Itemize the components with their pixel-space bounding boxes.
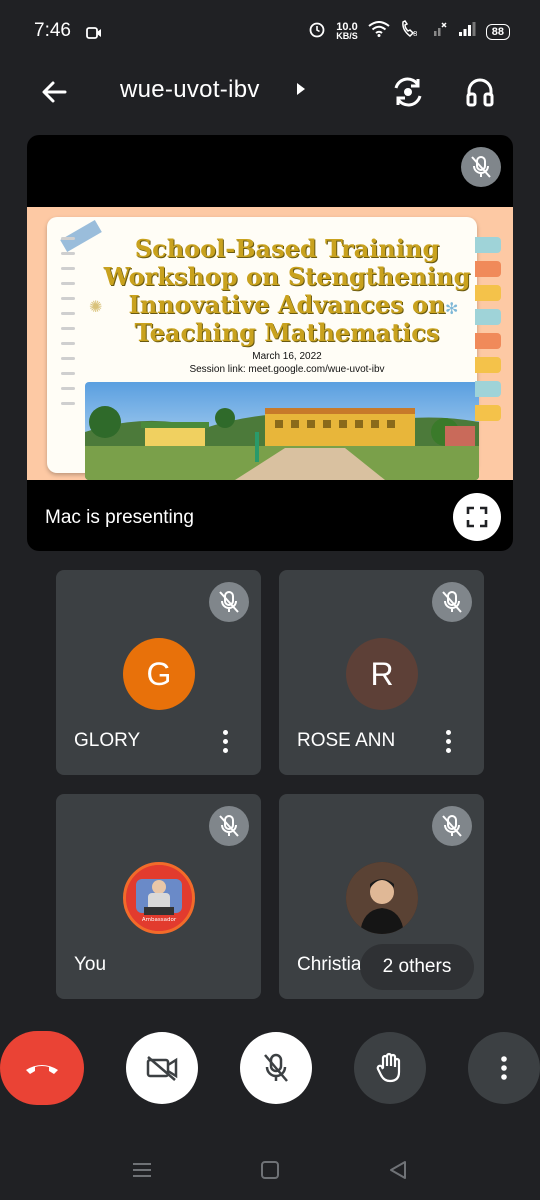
system-nav-bar	[0, 1140, 540, 1200]
participant-tile[interactable]: R ROSE ANN	[279, 570, 484, 775]
presenting-label: Mac is presenting	[45, 507, 194, 528]
shared-slide: ✺ ✻ School-Based Training Workshop on St…	[27, 207, 513, 480]
battery-indicator: 88	[485, 23, 510, 40]
status-time: 7:46	[34, 20, 71, 41]
avatar-photo: Ambassador	[123, 862, 195, 934]
more-vert-icon	[501, 1056, 507, 1080]
svg-text:8: 8	[413, 30, 417, 38]
others-chip[interactable]: 2 others	[360, 944, 474, 990]
back-triangle-icon	[390, 1161, 406, 1179]
slide-link: Session link: meet.google.com/wue-uvot-i…	[189, 364, 385, 375]
slide-tabs	[475, 237, 501, 429]
more-options-icon[interactable]	[436, 726, 460, 756]
mute-indicator	[209, 582, 249, 622]
hand-icon	[376, 1052, 401, 1083]
camera-toggle-button[interactable]	[126, 1032, 198, 1104]
mic-off-icon	[471, 156, 491, 178]
menu-lines-icon	[133, 1163, 151, 1177]
wifi-icon	[368, 21, 390, 42]
slide-title-line: Teaching Mathematics	[134, 318, 440, 347]
hang-up-icon	[26, 1065, 58, 1074]
mute-indicator	[209, 806, 249, 846]
participant-name: GLORY	[74, 730, 141, 751]
fullscreen-icon	[466, 506, 488, 528]
switch-camera-button[interactable]	[388, 72, 428, 112]
mic-off-icon	[219, 815, 239, 837]
status-bar: 7:46 10.0 KB/S 8 88	[0, 0, 540, 64]
mute-indicator	[432, 806, 472, 846]
switch-camera-icon	[394, 77, 422, 107]
home-button[interactable]	[256, 1156, 284, 1184]
alarm-icon	[308, 20, 326, 43]
more-options-icon[interactable]	[213, 726, 237, 756]
slide-title-line: School-Based Training	[134, 234, 440, 263]
participant-tile-self[interactable]: Ambassador You	[56, 794, 261, 999]
avatar-caption: Ambassador	[142, 917, 177, 923]
slide-title-line: Innovative Advances on	[128, 290, 446, 319]
avatar: G	[123, 638, 195, 710]
volte-call-icon: 8	[400, 20, 422, 43]
fullscreen-button[interactable]	[453, 493, 501, 541]
slide-paper: ✺ ✻ School-Based Training Workshop on St…	[47, 217, 479, 480]
more-options-button[interactable]	[468, 1032, 540, 1104]
end-call-button[interactable]	[0, 1031, 84, 1105]
status-icons: 10.0 KB/S 8 88	[308, 20, 510, 43]
mute-indicator	[432, 582, 472, 622]
slide-rings	[61, 237, 75, 417]
back-button[interactable]	[36, 74, 72, 110]
meeting-code[interactable]: wue-uvot-ibv	[120, 76, 260, 104]
audio-output-button[interactable]	[460, 72, 500, 112]
avatar: R	[346, 638, 418, 710]
mic-off-icon	[442, 815, 462, 837]
slide-title-line: Workshop on Stengthening	[103, 262, 471, 291]
participant-name: ROSE ANN	[297, 730, 396, 751]
headphones-icon	[466, 78, 494, 107]
avatar-photo	[346, 862, 418, 934]
mic-toggle-button[interactable]	[240, 1032, 312, 1104]
camera-off-icon	[146, 1056, 178, 1081]
home-square-icon	[261, 1161, 279, 1179]
mic-off-icon	[264, 1053, 288, 1082]
recent-apps-button[interactable]	[128, 1156, 156, 1184]
caret-right-icon[interactable]	[296, 82, 306, 101]
slide-title: School-Based Training Workshop on Stengt…	[97, 235, 477, 347]
back-nav-button[interactable]	[384, 1156, 412, 1184]
net-speed-unit: KB/S	[336, 30, 358, 41]
network-speed: 10.0 KB/S	[336, 21, 358, 41]
raise-hand-button[interactable]	[354, 1032, 426, 1104]
signal-icon	[458, 21, 476, 42]
back-arrow-icon	[42, 81, 67, 103]
video-recording-icon	[86, 26, 102, 45]
participant-name: You	[74, 954, 107, 975]
meeting-top-bar: wue-uvot-ibv	[0, 64, 540, 120]
presenter-mute-indicator	[461, 147, 501, 187]
signal-off-icon	[432, 21, 448, 42]
mic-off-icon	[219, 591, 239, 613]
presentation-card[interactable]: ✺ ✻ School-Based Training Workshop on St…	[27, 135, 513, 551]
school-photo	[85, 382, 479, 480]
slide-date: March 16, 2022	[252, 351, 322, 362]
mic-off-icon	[442, 591, 462, 613]
participant-tile[interactable]: G GLORY	[56, 570, 261, 775]
